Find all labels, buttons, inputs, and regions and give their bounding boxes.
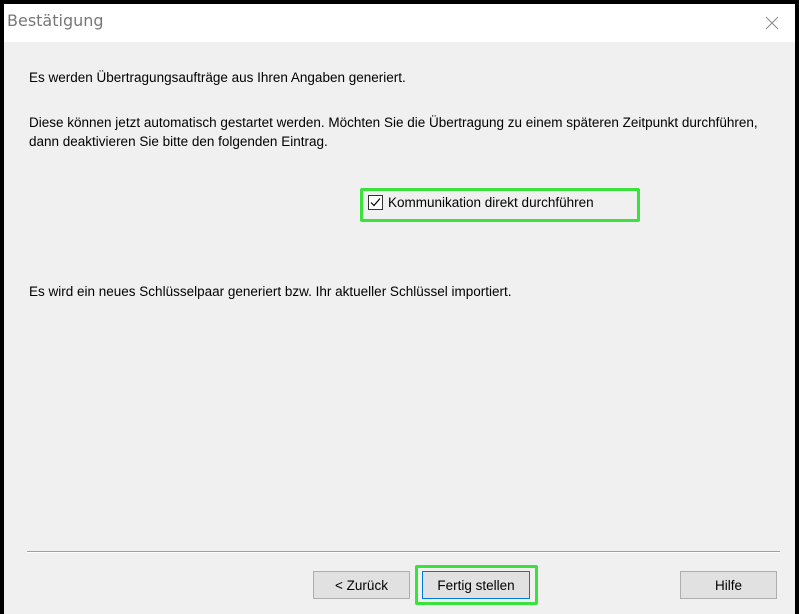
dialog-content: Es werden Übertragungsaufträge aus Ihren…	[4, 42, 795, 614]
separator	[27, 551, 780, 553]
finish-button[interactable]: Fertig stellen	[422, 571, 530, 599]
intro-text: Es werden Übertragungsaufträge aus Ihren…	[29, 70, 406, 85]
checkbox-label[interactable]: Kommunikation direkt durchführen	[388, 195, 594, 210]
description-text: Diese können jetzt automatisch gestartet…	[29, 115, 758, 149]
back-button[interactable]: < Zurück	[313, 571, 410, 599]
dialog-title: Bestätigung	[7, 11, 104, 30]
checkbox-box[interactable]	[368, 195, 383, 210]
title-bar: Bestätigung	[4, 4, 795, 42]
keypair-text: Es wird ein neues Schlüsselpaar generier…	[29, 284, 512, 299]
direct-communication-checkbox[interactable]: Kommunikation direkt durchführen	[368, 195, 594, 210]
help-button[interactable]: Hilfe	[680, 571, 777, 599]
checkmark-icon	[370, 198, 381, 207]
confirmation-dialog: Bestätigung Es werden Übertragungsaufträ…	[4, 4, 795, 614]
close-icon	[765, 16, 779, 30]
close-button[interactable]	[749, 4, 795, 42]
